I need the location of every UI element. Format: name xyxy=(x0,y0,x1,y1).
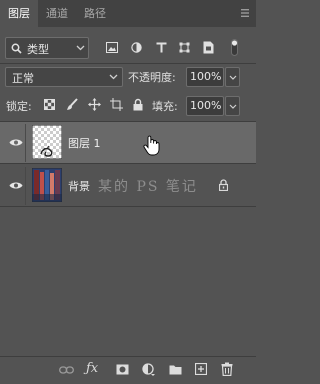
opacity-slider-button[interactable] xyxy=(225,67,240,87)
chevron-down-icon xyxy=(76,45,85,51)
new-group-folder-icon[interactable] xyxy=(169,364,182,375)
opacity-input[interactable]: 100% xyxy=(186,67,224,87)
add-mask-icon[interactable] xyxy=(116,364,129,375)
tab-channels[interactable]: 通道 xyxy=(38,0,76,27)
layer-thumbnail-photo xyxy=(32,168,62,202)
opacity-label: 不透明度: xyxy=(128,71,176,84)
visibility-eye-icon[interactable] xyxy=(9,181,23,190)
hand-cursor-icon xyxy=(143,135,160,156)
divider xyxy=(25,124,26,162)
type-filter-icon[interactable] xyxy=(156,42,167,53)
smart-object-filter-icon[interactable] xyxy=(203,41,214,54)
divider xyxy=(25,167,26,205)
link-layers-icon[interactable] xyxy=(59,365,74,375)
lock-label: 锁定: xyxy=(6,100,32,113)
panel-tab-bar: 图层 通道 路径 xyxy=(0,0,256,27)
lock-transparent-pixels-icon[interactable] xyxy=(44,99,55,110)
layer-thumbnail-transparent xyxy=(32,125,62,159)
filter-kind-select[interactable]: 类型 xyxy=(5,37,89,59)
watermark-text: 某的 PS 笔记 xyxy=(98,179,198,195)
delete-layer-trash-icon[interactable] xyxy=(221,362,233,376)
chevron-down-icon xyxy=(229,75,237,80)
blend-mode-value: 正常 xyxy=(12,72,34,85)
tab-paths[interactable]: 路径 xyxy=(76,0,114,27)
artboard-lock-icon[interactable] xyxy=(110,98,123,111)
layer-row-layer1[interactable]: 图层 1 xyxy=(0,122,256,164)
opacity-value: 100% xyxy=(190,70,222,83)
lock-icon xyxy=(219,179,228,191)
fill-value: 100% xyxy=(190,99,222,112)
panel-menu-icon[interactable] xyxy=(240,8,250,18)
adjustment-filter-icon[interactable] xyxy=(131,42,142,53)
blend-mode-select[interactable]: 正常 xyxy=(5,67,123,87)
fill-label: 填充: xyxy=(152,100,178,113)
lock-all-icon[interactable] xyxy=(133,98,143,111)
image-filter-icon[interactable] xyxy=(106,42,118,53)
search-icon xyxy=(11,43,22,54)
tab-layers[interactable]: 图层 xyxy=(0,0,38,27)
chevron-down-icon xyxy=(229,104,237,109)
layer-row-background[interactable]: 背景 某的 PS 笔记 xyxy=(0,165,256,207)
layer-name[interactable]: 图层 1 xyxy=(68,135,101,151)
move-icon[interactable] xyxy=(88,98,101,111)
visibility-eye-icon[interactable] xyxy=(9,138,23,147)
divider xyxy=(0,63,256,64)
brush-icon[interactable] xyxy=(66,98,78,111)
layer-style-fx-icon[interactable]: ƒx xyxy=(86,361,98,376)
shape-filter-icon[interactable] xyxy=(179,42,190,53)
layer-name[interactable]: 背景 xyxy=(68,178,90,194)
filter-kind-label: 类型 xyxy=(27,43,49,56)
layers-bottom-toolbar: ƒx xyxy=(0,356,256,384)
new-layer-icon[interactable] xyxy=(195,363,207,375)
fill-input[interactable]: 100% xyxy=(186,96,224,116)
toggle-filter-icon[interactable] xyxy=(231,39,238,56)
chevron-down-icon xyxy=(109,74,118,80)
fill-slider-button[interactable] xyxy=(225,96,240,116)
new-adjustment-layer-icon[interactable] xyxy=(142,363,155,376)
